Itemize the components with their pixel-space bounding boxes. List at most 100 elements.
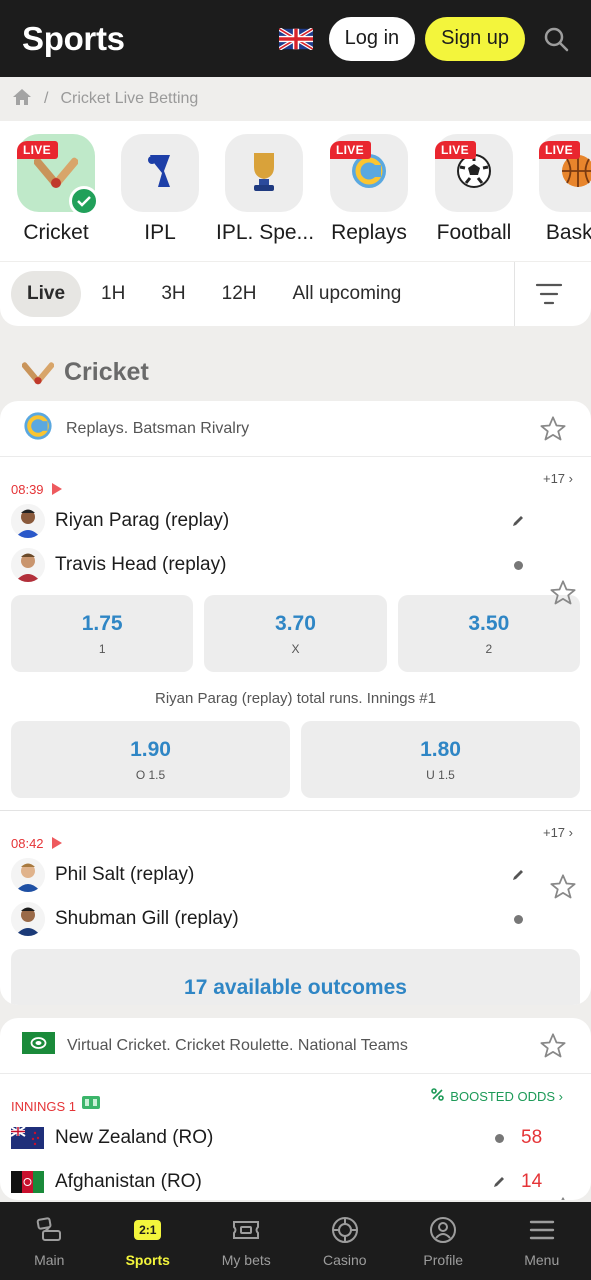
team-row: New Zealand (RO) 58 [0,1116,591,1160]
pen-icon [491,1174,507,1190]
available-outcomes-button[interactable]: 17 available outcomes [11,949,580,1005]
innings-label: INNINGS 1 [11,1099,77,1114]
category-ipl-special[interactable]: IPL. Spe... [216,134,315,245]
category-ipl[interactable]: IPL [112,134,208,245]
casino-chip-icon [329,1214,361,1246]
filter-3h[interactable]: 3H [145,271,201,317]
page-title: Sports [22,19,125,57]
team-row: Phil Salt (replay) [11,853,580,897]
category-cricket[interactable]: LIVE Cricket [8,134,104,245]
team-name: Riyan Parag (replay) [55,510,230,531]
virtual-cricket-flag-icon [22,1032,55,1059]
live-badge: LIVE [330,141,371,159]
scoreboard-icon [82,1096,101,1114]
favorite-star-icon[interactable] [539,415,567,443]
filter-live[interactable]: Live [11,271,82,317]
odd-button-x[interactable]: 3.70 X [204,595,387,672]
ipl-logo-icon [140,151,180,196]
league-card-virtual-cricket: Virtual Cricket. Cricket Roulette. Natio… [0,1018,591,1200]
league-name: Virtual Cricket. Cricket Roulette. Natio… [67,1036,408,1054]
nav-profile[interactable]: Profile [394,1202,493,1280]
live-badge: LIVE [539,141,580,159]
match-time: 08:39 [11,482,44,497]
nav-casino[interactable]: Casino [296,1202,395,1280]
menu-icon [526,1214,558,1246]
category-football[interactable]: LIVE Football [426,134,522,245]
cricket-icon [21,356,55,388]
match-row[interactable]: 08:39 +17 › Riyan Parag (replay) Travis … [0,457,591,798]
favorite-star-icon[interactable] [539,1032,567,1060]
team-row: Riyan Parag (replay) [11,499,580,543]
filter-all-upcoming[interactable]: All upcoming [276,271,417,317]
time-filters: Live 1H 3H 12H All upcoming [0,262,591,326]
bottom-navigation: Main 2:1 Sports My bets Casino Profile M… [0,1202,591,1280]
home-icon[interactable] [12,88,32,111]
language-flag-icon[interactable] [278,27,313,50]
section-title-text: Cricket [64,357,149,386]
replay-icon [22,410,54,447]
pen-icon [510,513,526,529]
filter-12h[interactable]: 12H [206,271,273,317]
league-name: Replays. Batsman Rivalry [66,419,250,437]
match-row[interactable]: INNINGS 1 BOOSTED ODDS › New Zealand (RO… [0,1074,591,1200]
league-header[interactable]: Virtual Cricket. Cricket Roulette. Natio… [0,1018,591,1074]
profile-icon [427,1214,459,1246]
category-replays[interactable]: LIVE Replays [321,134,417,245]
category-label: Football [436,221,512,244]
match-row[interactable]: 08:42 +17 › Phil Salt (replay) Shubman G… [0,811,591,1005]
team-name: Shubman Gill (replay) [55,908,239,929]
category-basketball[interactable]: LIVE Basket [530,134,591,245]
more-markets[interactable]: +17 › [543,471,573,486]
play-icon [51,483,62,495]
favorite-star-icon[interactable] [549,1196,577,1200]
player-avatar [11,902,45,936]
boosted-odds-link[interactable]: BOOSTED ODDS › [431,1088,563,1104]
team-name: Travis Head (replay) [55,554,227,575]
pen-icon [510,867,526,883]
team-name: New Zealand (RO) [55,1127,214,1148]
filter-icon[interactable] [535,282,563,306]
team-name: Afghanistan (RO) [55,1171,202,1192]
more-markets[interactable]: +17 › [543,825,573,840]
nav-sports[interactable]: 2:1 Sports [99,1202,198,1280]
nav-menu[interactable]: Menu [493,1202,591,1280]
active-dot [510,911,526,927]
category-label: IPL. Spe... [216,221,315,244]
category-label: IPL [144,221,176,244]
league-card-replays: Replays. Batsman Rivalry 08:39 +17 › Riy… [0,401,591,1005]
favorite-star-icon[interactable] [549,579,577,607]
favorite-star-icon[interactable] [549,873,577,901]
league-header[interactable]: Replays. Batsman Rivalry [0,401,591,457]
filter-1h[interactable]: 1H [85,271,141,317]
breadcrumb: / Cricket Live Betting [0,77,591,121]
search-icon[interactable] [543,26,569,52]
odd-button-under[interactable]: 1.80 U 1.5 [301,721,580,798]
market-title: Riyan Parag (replay) total runs. Innings… [155,690,436,707]
live-badge: LIVE [17,141,58,159]
login-button[interactable]: Log in [328,16,416,61]
main-icon [33,1214,65,1246]
team-score: 58 [521,1127,543,1148]
new-zealand-flag-icon [10,1126,44,1149]
section-title: Cricket [21,356,149,388]
team-row: Afghanistan (RO) 14 [0,1160,591,1200]
ticket-icon [230,1214,262,1246]
afghanistan-flag-icon [11,1171,44,1193]
trophy-icon [244,149,284,198]
check-icon [69,186,99,216]
scoreboard-icon: 2:1 [132,1214,164,1246]
team-row: Shubman Gill (replay) [11,897,580,941]
odd-button-1[interactable]: 1.75 1 [11,595,194,672]
nav-my-bets[interactable]: My bets [197,1202,296,1280]
team-row: Travis Head (replay) [11,543,580,587]
player-avatar [11,548,45,582]
nav-main[interactable]: Main [0,1202,99,1280]
breadcrumb-separator: / [44,90,49,107]
team-name: Phil Salt (replay) [55,864,195,885]
breadcrumb-current: Cricket Live Betting [60,90,199,107]
team-score: 14 [521,1171,543,1192]
active-dot [510,557,526,573]
signup-button[interactable]: Sign up [425,16,525,61]
odd-button-over[interactable]: 1.90 O 1.5 [11,721,290,798]
sport-categories: LIVE Cricket IPL IPL. Spe... LIVE Replay… [0,121,591,261]
